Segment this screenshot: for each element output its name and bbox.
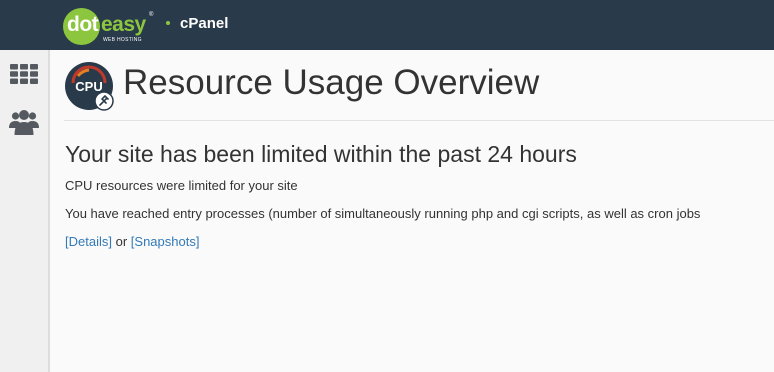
cpu-limit-message: CPU resources were limited for your site xyxy=(65,178,298,193)
page-title: Resource Usage Overview xyxy=(123,63,540,102)
cpu-icon-label: CPU xyxy=(75,79,102,94)
sidebar xyxy=(0,50,50,372)
or-text: or xyxy=(115,234,128,249)
users-icon[interactable] xyxy=(9,106,39,136)
logo-text-dot: dot xyxy=(67,13,99,36)
product-name[interactable]: cPanel xyxy=(180,15,228,32)
top-bar: dot easy WEB HOSTING ® cPanel xyxy=(0,0,774,50)
snapshots-link[interactable]: [Snapshots] xyxy=(131,234,200,249)
grid-icon[interactable] xyxy=(10,64,38,84)
dotesay-logo[interactable]: dot easy WEB HOSTING ® xyxy=(63,8,158,46)
main-content: CPU Resource Usage Overview Your site ha… xyxy=(50,50,774,372)
alert-links: [Details] or [Snapshots] xyxy=(65,234,199,249)
divider xyxy=(64,120,774,121)
logo-registered-mark: ® xyxy=(149,12,154,18)
cpu-icon: CPU xyxy=(64,61,114,111)
limit-alert-heading: Your site has been limited within the pa… xyxy=(65,141,577,167)
separator-dot xyxy=(166,21,170,25)
details-link[interactable]: [Details] xyxy=(65,234,112,249)
entry-processes-message: You have reached entry processes (number… xyxy=(65,206,701,221)
logo-tagline: WEB HOSTING xyxy=(103,37,142,43)
logo-text-easy: easy xyxy=(101,13,146,36)
